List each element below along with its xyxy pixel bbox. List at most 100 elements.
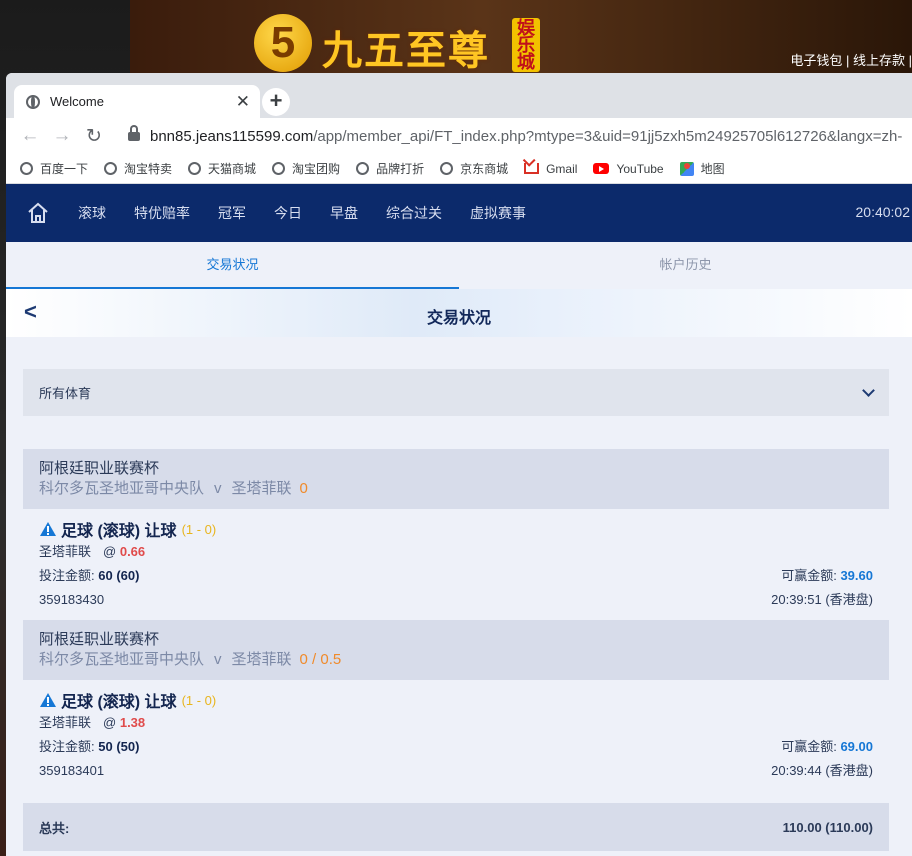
reload-icon[interactable]: ↻ <box>82 125 106 148</box>
bookmark-item[interactable]: 百度一下 <box>20 160 88 177</box>
gmail-icon <box>524 163 540 174</box>
bookmark-item[interactable]: 京东商城 <box>440 160 508 177</box>
bookmark-gmail[interactable]: Gmail <box>524 162 577 176</box>
lock-icon[interactable] <box>128 125 140 142</box>
market-name: 足球 (滚球) 让球 <box>61 694 177 711</box>
youtube-icon <box>593 163 610 174</box>
home-team: 科尔多瓦圣地亚哥中央队 <box>39 651 205 668</box>
globe-icon <box>188 162 202 175</box>
bookmark-label: 京东商城 <box>460 162 509 176</box>
league-name: 阿根廷职业联赛杯 <box>39 631 160 648</box>
stake-label: 投注金额: <box>39 568 95 583</box>
bookmark-label: YouTube <box>616 161 664 176</box>
bookmark-youtube[interactable]: YouTube <box>593 161 664 176</box>
bookmark-item[interactable]: 淘宝特卖 <box>104 160 172 177</box>
market-name: 足球 (滚球) 让球 <box>61 523 177 540</box>
bookmark-label: 百度一下 <box>40 162 89 176</box>
new-tab-button[interactable]: + <box>262 88 290 116</box>
win-label: 可赢金额: <box>781 739 837 754</box>
win-label: 可赢金额: <box>781 568 837 583</box>
bet-details: 足球 (滚球) 让球 (1 - 0) 圣塔菲联 @ 0.66 投注金额: 60 (… <box>23 509 889 620</box>
sport-filter-select[interactable]: 所有体育 <box>23 369 889 416</box>
bookmark-item[interactable]: 品牌打折 <box>356 160 424 177</box>
globe-icon <box>440 162 454 175</box>
bookmarks-bar: 百度一下 淘宝特卖 天猫商城 淘宝团购 品牌打折 京东商城 Gmail YouT… <box>6 154 912 184</box>
bookmark-label: Gmail <box>546 161 578 176</box>
total-value: 110.00 (110.00) <box>782 819 873 835</box>
top-links[interactable]: 电子钱包 | 线上存款 | <box>790 50 912 69</box>
away-team: 圣塔菲联 <box>231 480 292 497</box>
nav-item-outright[interactable]: 冠军 <box>218 203 246 223</box>
pick-name: 圣塔菲联 <box>39 544 92 559</box>
match-teams: 科尔多瓦圣地亚哥中央队 v 圣塔菲联 0 <box>39 478 873 500</box>
home-icon[interactable] <box>26 201 50 225</box>
clock: 20:40:02 <box>855 204 911 220</box>
nav-item-early[interactable]: 早盘 <box>330 203 358 223</box>
nav-item-today[interactable]: 今日 <box>274 203 302 223</box>
stake-value: 50 (50) <box>98 739 140 754</box>
vs-label: v <box>214 651 222 668</box>
pick-row: 圣塔菲联 @ 0.66 <box>39 540 873 564</box>
live-score: (1 - 0) <box>181 521 217 537</box>
bet-time: 20:39:51 (香港盘) <box>771 592 873 607</box>
logo-icon: 5 <box>254 14 312 72</box>
bet-item: 阿根廷职业联赛杯 科尔多瓦圣地亚哥中央队 v 圣塔菲联 0 / 0.5 足球 (滚球)… <box>23 620 889 791</box>
bookmark-label: 地图 <box>700 162 725 176</box>
page-header: < 交易状况 <box>6 289 912 337</box>
bet-header: 阿根廷职业联赛杯 科尔多瓦圣地亚哥中央队 v 圣塔菲联 0 <box>23 449 889 509</box>
bookmark-label: 天猫商城 <box>208 162 257 176</box>
at-sign: @ <box>103 715 117 730</box>
market-line: 足球 (滚球) 让球 (1 - 0) <box>39 518 873 540</box>
nav-item-virtual[interactable]: 虚拟赛事 <box>470 203 526 223</box>
pick-name: 圣塔菲联 <box>39 715 92 730</box>
ticket-row: 359183430 20:39:51 (香港盘) <box>39 588 873 612</box>
bet-time: 20:39:44 (香港盘) <box>771 763 873 778</box>
nav-item-live[interactable]: 滚球 <box>78 203 106 223</box>
forward-arrow-icon[interactable]: → <box>50 125 74 147</box>
bookmark-item[interactable]: 淘宝团购 <box>272 160 340 177</box>
logo-text: 九五至尊 <box>322 28 490 74</box>
address-bar[interactable]: bnn85.jeans115599.com/app/member_api/FT_… <box>150 128 912 145</box>
page-title: 交易状况 <box>426 310 491 327</box>
tab-account-history[interactable]: 帐户历史 <box>459 242 912 289</box>
browser-tab[interactable]: Welcome ✕ <box>14 85 260 118</box>
globe-icon <box>26 94 40 109</box>
content: 所有体育 阿根廷职业联赛杯 科尔多瓦圣地亚哥中央队 v 圣塔菲联 0 足球 (滚球) … <box>6 337 912 851</box>
globe-icon <box>356 162 370 175</box>
total-row: 总共: 110.00 (110.00) <box>23 803 889 851</box>
handicap-value: 0 <box>299 480 308 497</box>
tab-strip: Welcome ✕ + <box>6 73 912 118</box>
logo-badge: 娱乐城 <box>512 18 540 72</box>
bet-details: 足球 (滚球) 让球 (1 - 0) 圣塔菲联 @ 1.38 投注金额: 50 (… <box>23 680 889 791</box>
nav-item-parlay[interactable]: 综合过关 <box>386 203 442 223</box>
back-arrow-icon[interactable]: ← <box>18 125 42 147</box>
win-value: 69.00 <box>840 739 873 754</box>
bookmark-label: 淘宝团购 <box>292 162 341 176</box>
bet-header: 阿根廷职业联赛杯 科尔多瓦圣地亚哥中央队 v 圣塔菲联 0 / 0.5 <box>23 620 889 680</box>
tab-transactions[interactable]: 交易状况 <box>6 242 459 289</box>
tab-title: Welcome <box>50 94 104 109</box>
ticket-id: 359183401 <box>39 763 105 778</box>
win-value: 39.60 <box>840 568 873 583</box>
sport-filter-value: 所有体育 <box>39 386 92 401</box>
globe-icon <box>20 162 33 175</box>
nav-item-special-odds[interactable]: 特优赔率 <box>134 203 190 223</box>
browser-window: Welcome ✕ + ← → ↻ bnn85.jeans115599.com/… <box>6 73 912 856</box>
odds-value: 1.38 <box>119 715 146 730</box>
home-team: 科尔多瓦圣地亚哥中央队 <box>39 480 205 497</box>
at-sign: @ <box>103 544 117 559</box>
amount-row: 投注金额: 50 (50) 可赢金额: 69.00 <box>39 735 873 759</box>
globe-icon <box>272 162 286 175</box>
globe-icon <box>104 162 118 175</box>
handicap-value: 0 / 0.5 <box>299 651 342 668</box>
bookmark-maps[interactable]: 地图 <box>679 160 725 177</box>
odds-value: 0.66 <box>119 544 146 559</box>
chevron-down-icon <box>862 384 875 397</box>
stake-label: 投注金额: <box>39 739 95 754</box>
close-icon[interactable]: ✕ <box>236 92 250 112</box>
match-teams: 科尔多瓦圣地亚哥中央队 v 圣塔菲联 0 / 0.5 <box>39 649 873 671</box>
main-nav: 滚球 特优赔率 冠军 今日 早盘 综合过关 虚拟赛事 20:40:02 <box>6 184 912 242</box>
bookmark-item[interactable]: 天猫商城 <box>188 160 256 177</box>
stake-value: 60 (60) <box>98 568 140 583</box>
ticket-id: 359183430 <box>39 592 105 607</box>
